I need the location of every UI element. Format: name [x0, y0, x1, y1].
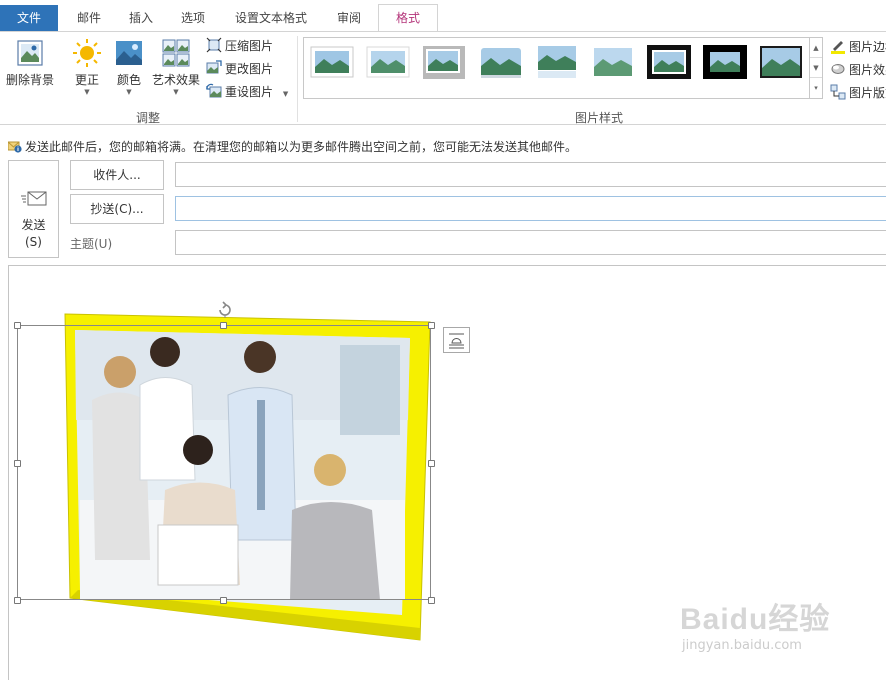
- picture-style-shadow[interactable]: [422, 44, 466, 80]
- watermark-brand: Baidu经验: [680, 603, 831, 636]
- picture-styles-group-label: 图片样式: [575, 111, 624, 125]
- gallery-scroll-down[interactable]: ▼: [810, 58, 822, 78]
- compress-pictures-button[interactable]: 压缩图片: [206, 36, 273, 56]
- chevron-down-icon: ▼: [84, 88, 90, 96]
- tab-format-text[interactable]: 设置文本格式: [226, 5, 316, 31]
- envelope-info-icon: [7, 141, 22, 153]
- resize-handle-top-right[interactable]: [428, 322, 435, 329]
- ribbon: 删除背景 更正 ▼ 颜色 ▼ 艺术效果 ▼ 压缩图片 更改图片 重设图片 ▼ 调…: [0, 31, 886, 125]
- send-envelope-icon: [21, 191, 47, 206]
- mailbox-full-notice: 发送此邮件后，您的邮箱将满。在清理您的邮箱以为更多邮件腾出空间之前，您可能无法发…: [7, 138, 577, 155]
- art-effects-button[interactable]: 艺术效果 ▼: [150, 38, 202, 96]
- sun-icon: [73, 39, 101, 67]
- gallery-scrollbar: ▲ ▼ ▾: [809, 38, 822, 98]
- subject-field[interactable]: [175, 230, 886, 255]
- compress-icon: [206, 37, 222, 53]
- chevron-down-icon: ▼: [126, 88, 132, 96]
- picture-border-button[interactable]: 图片边框: [830, 37, 886, 57]
- picture-effects-button[interactable]: 图片效果: [830, 60, 886, 80]
- tab-picture-format[interactable]: 格式: [378, 4, 438, 32]
- gallery-scroll-up[interactable]: ▲: [810, 38, 822, 58]
- send-button[interactable]: 发送 (S): [8, 160, 59, 258]
- tab-mail[interactable]: 邮件: [66, 5, 112, 31]
- resize-handle-left[interactable]: [14, 460, 21, 467]
- picture-style-rounded[interactable]: [479, 44, 523, 80]
- ribbon-tab-bar: 文件 邮件 插入 选项 设置文本格式 审阅 格式: [0, 0, 886, 32]
- adjust-group-label: 调整: [136, 111, 161, 125]
- picture-selection-frame: [17, 325, 431, 600]
- watermark-url: jingyan.baidu.com: [682, 638, 802, 653]
- layout-icon: [830, 84, 846, 100]
- chevron-down-icon: ▼: [173, 88, 179, 96]
- picture-color-icon: [116, 41, 142, 65]
- gallery-expand[interactable]: ▾: [810, 78, 822, 98]
- subject-label: 主题(U): [70, 237, 113, 251]
- to-field[interactable]: [175, 162, 886, 187]
- resize-handle-bottom-left[interactable]: [14, 597, 21, 604]
- to-button[interactable]: 收件人...: [70, 160, 164, 190]
- color-button[interactable]: 颜色 ▼: [111, 38, 147, 96]
- rotate-handle-icon[interactable]: [217, 300, 233, 318]
- pen-border-icon: [831, 41, 845, 54]
- layout-options-icon: [449, 333, 464, 349]
- reset-picture-icon: [206, 83, 222, 98]
- change-picture-icon: [206, 60, 222, 74]
- tab-review[interactable]: 审阅: [326, 5, 372, 31]
- chevron-down-icon: ▼: [282, 90, 289, 98]
- picture-style-dark-frame[interactable]: [759, 44, 803, 80]
- picture-style-soft[interactable]: [591, 44, 635, 80]
- resize-handle-top-left[interactable]: [14, 322, 21, 329]
- corrections-button[interactable]: 更正 ▼: [68, 38, 106, 96]
- reset-picture-button[interactable]: 重设图片 ▼: [206, 82, 288, 102]
- effects-icon: [831, 64, 845, 74]
- layout-options-button[interactable]: [443, 327, 470, 353]
- resize-handle-right[interactable]: [428, 460, 435, 467]
- picture-style-simple-frame[interactable]: [310, 44, 354, 80]
- picture-style-reflected[interactable]: [535, 44, 579, 80]
- art-effects-icon: [162, 39, 190, 67]
- group-divider: [297, 36, 298, 122]
- cc-button[interactable]: 抄送(C)...: [70, 194, 164, 224]
- tab-file[interactable]: 文件: [0, 5, 58, 32]
- tab-insert[interactable]: 插入: [118, 5, 164, 31]
- picture-style-black-frame[interactable]: [647, 44, 691, 80]
- picture-styles-gallery: ▲ ▼ ▾: [303, 37, 823, 99]
- resize-handle-bottom-right[interactable]: [428, 597, 435, 604]
- tab-options[interactable]: 选项: [170, 5, 216, 31]
- resize-handle-bottom[interactable]: [220, 597, 227, 604]
- picture-style-soft-edge[interactable]: [366, 44, 410, 80]
- remove-background-button[interactable]: 删除背景: [4, 38, 56, 88]
- resize-handle-top[interactable]: [220, 322, 227, 329]
- picture-style-thick-black[interactable]: [703, 44, 747, 80]
- remove-background-icon: [17, 40, 43, 66]
- cc-field[interactable]: [175, 196, 886, 221]
- change-picture-button[interactable]: 更改图片: [206, 59, 273, 79]
- picture-layout-button[interactable]: 图片版式: [830, 83, 886, 103]
- baidu-watermark: Baidu经验 jingyan.baidu.com: [680, 590, 850, 660]
